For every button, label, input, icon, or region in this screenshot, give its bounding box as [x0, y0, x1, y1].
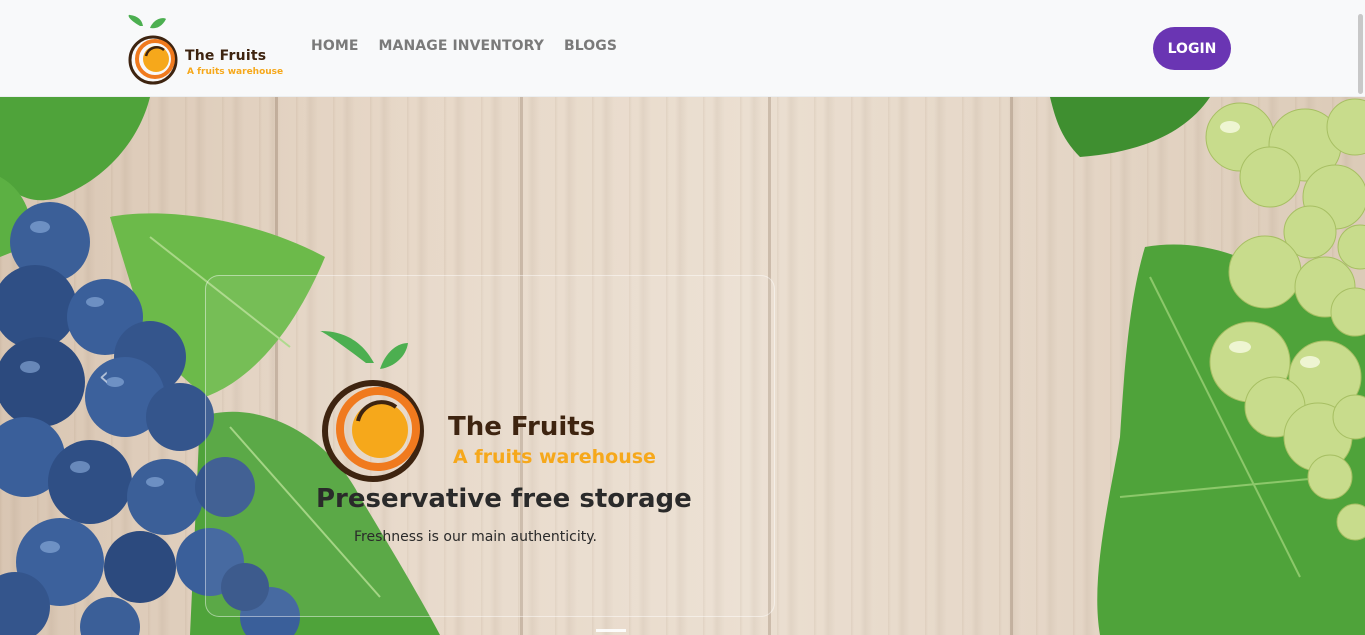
brand-name: The Fruits [185, 48, 267, 64]
hero-logo: The Fruits A fruits warehouse [318, 329, 678, 489]
nav-blogs-link[interactable]: BLOGS [564, 38, 617, 54]
hero-logo-name: The Fruits [448, 412, 596, 442]
nav-manage-inventory-link[interactable]: MANAGE INVENTORY [379, 38, 545, 54]
hero-title: Preservative free storage [316, 484, 692, 514]
brand-logo-link[interactable]: The Fruits A fruits warehouse [126, 12, 291, 86]
hero-logo-tagline: A fruits warehouse [453, 446, 656, 468]
login-button[interactable]: LOGIN [1153, 27, 1231, 70]
page-scrollbar[interactable] [1358, 14, 1363, 94]
hero-carousel: ‹ The Fruits A fruits warehouse Preserva… [0, 97, 1365, 635]
nav-links: HOME MANAGE INVENTORY BLOGS [311, 38, 617, 54]
carousel-indicator[interactable] [596, 629, 626, 632]
carousel-prev-arrow-icon[interactable]: ‹ [90, 362, 118, 392]
navbar: The Fruits A fruits warehouse HOME MANAG… [0, 0, 1365, 97]
brand-tagline: A fruits warehouse [187, 67, 284, 77]
nav-home-link[interactable]: HOME [311, 38, 359, 54]
hero-subtitle: Freshness is our main authenticity. [354, 529, 597, 545]
hero-fruit-logo-icon [320, 331, 424, 482]
